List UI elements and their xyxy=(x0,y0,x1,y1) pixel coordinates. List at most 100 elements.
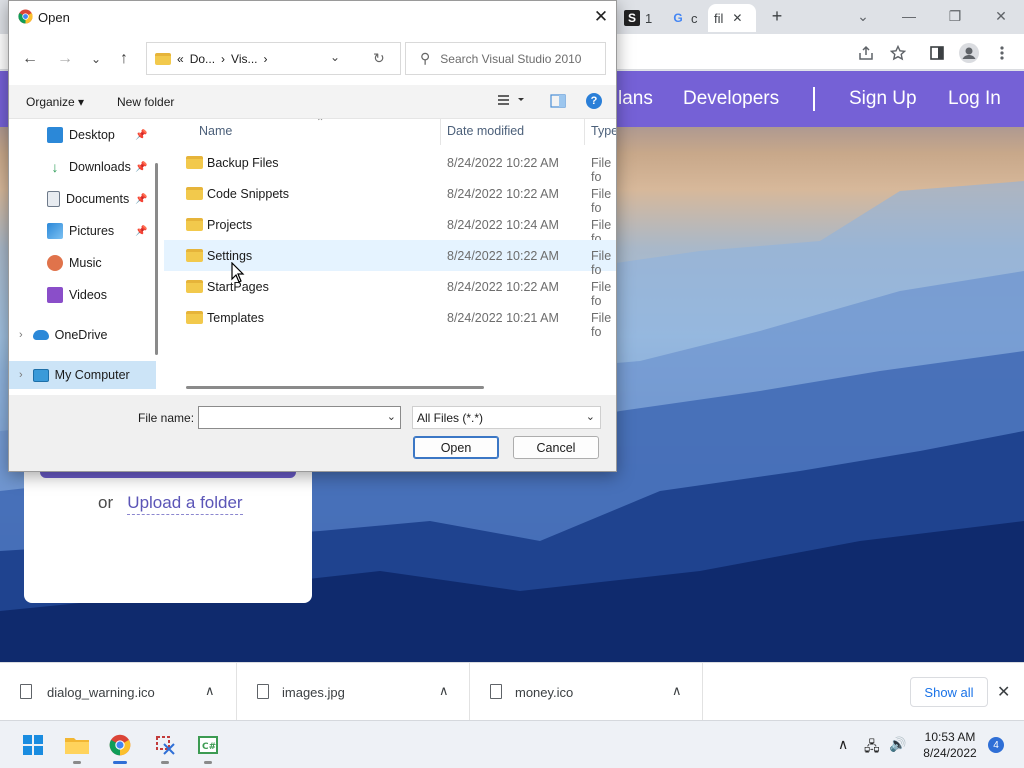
preview-pane-icon[interactable] xyxy=(550,94,566,111)
file-name: Settings xyxy=(207,249,253,263)
file-row[interactable]: Code Snippets 8/24/2022 10:22 AM File fo xyxy=(164,178,616,215)
tab-active[interactable]: fil ✕ xyxy=(708,4,756,32)
open-button[interactable]: Open xyxy=(413,436,499,459)
onedrive-icon xyxy=(32,330,49,340)
restore-button[interactable]: ❐ xyxy=(940,4,970,28)
chevron-up-icon[interactable]: ∧ xyxy=(672,683,682,699)
tab-1[interactable]: S 1 xyxy=(618,4,658,32)
folder-icon xyxy=(186,311,203,324)
column-header-name[interactable]: Name xyxy=(199,124,232,138)
file-name: Backup Files xyxy=(207,156,279,170)
breadcrumb-separator[interactable]: › xyxy=(221,52,225,66)
nav-item-documents[interactable]: Documents 📌 xyxy=(9,185,156,213)
nav-plans-link[interactable]: lans xyxy=(618,88,653,110)
download-item[interactable]: money.ico ∧ xyxy=(470,663,703,721)
tab-close-icon[interactable]: ✕ xyxy=(732,11,742,25)
csharp-app-button[interactable]: C# xyxy=(195,733,221,757)
minimize-button[interactable]: — xyxy=(894,4,924,28)
new-tab-button[interactable]: + xyxy=(762,4,792,28)
expand-chevron-icon[interactable]: › xyxy=(19,329,23,341)
nav-pane-scrollbar[interactable] xyxy=(155,163,158,355)
nav-item-onedrive[interactable]: › OneDrive xyxy=(9,321,156,349)
file-explorer-button[interactable] xyxy=(64,733,90,757)
folder-icon xyxy=(186,218,203,231)
chevron-up-icon[interactable]: ∧ xyxy=(205,683,215,699)
nav-item-music[interactable]: Music xyxy=(9,249,156,277)
window-close-button[interactable]: ✕ xyxy=(986,4,1016,28)
breadcrumb-documents[interactable]: Do... xyxy=(190,52,215,66)
cancel-button[interactable]: Cancel xyxy=(513,436,599,459)
nav-item-desktop[interactable]: Desktop 📌 xyxy=(9,121,156,149)
downloads-bar: dialog_warning.ico ∧ images.jpg ∧ money.… xyxy=(0,662,1024,721)
notification-badge[interactable]: 4 xyxy=(988,737,1004,753)
file-name-input[interactable]: ⌄ xyxy=(198,406,401,429)
column-divider[interactable] xyxy=(584,119,585,145)
dialog-navigation-bar: ← → ⌄ ↑ « Do... › Vis... › ⌄ ↻ ⚲ Search … xyxy=(9,33,616,85)
breadcrumb-separator[interactable]: › xyxy=(264,52,268,66)
snipping-tool-button[interactable] xyxy=(152,733,178,757)
forward-button[interactable]: → xyxy=(55,49,75,69)
expand-chevron-icon[interactable]: › xyxy=(19,369,23,381)
nav-item-label: Music xyxy=(69,256,102,270)
nav-item-my-computer[interactable]: › My Computer xyxy=(9,361,156,389)
file-list-scrollbar[interactable] xyxy=(186,386,484,389)
show-all-button[interactable]: Show all xyxy=(910,677,988,707)
pin-icon: 📌 xyxy=(135,225,148,237)
chrome-taskbar-button[interactable] xyxy=(107,733,133,757)
new-folder-button[interactable]: New folder xyxy=(117,95,174,109)
upload-folder-link[interactable]: Upload a folder xyxy=(127,493,243,515)
column-header-date[interactable]: Date modified xyxy=(447,124,524,138)
taskbar-clock[interactable]: 10:53 AM 8/24/2022 xyxy=(920,729,980,761)
volume-icon[interactable]: 🔊 xyxy=(889,736,906,753)
profile-icon[interactable] xyxy=(958,42,980,64)
videos-icon xyxy=(47,287,63,303)
clock-date: 8/24/2022 xyxy=(923,746,977,760)
address-bar[interactable]: « Do... › Vis... › ⌄ ↻ xyxy=(146,42,401,75)
clock-time: 10:53 AM xyxy=(924,730,976,744)
download-item[interactable]: images.jpg ∧ xyxy=(237,663,470,721)
file-name-label: File name: xyxy=(138,411,195,425)
dialog-command-bar: Organize ▾ New folder ? xyxy=(9,85,616,119)
search-box[interactable]: ⚲ Search Visual Studio 2010 xyxy=(405,42,606,75)
download-item[interactable]: dialog_warning.ico ∧ xyxy=(0,663,237,721)
organize-menu[interactable]: Organize ▾ xyxy=(26,95,84,109)
breadcrumb-overflow[interactable]: « xyxy=(177,52,184,66)
file-row[interactable]: Backup Files 8/24/2022 10:22 AM File fo xyxy=(164,147,616,184)
column-divider[interactable] xyxy=(440,119,441,145)
nav-item-videos[interactable]: Videos xyxy=(9,281,156,309)
refresh-icon[interactable]: ↻ xyxy=(373,50,385,67)
file-name: Code Snippets xyxy=(207,187,290,201)
up-folder-button[interactable]: ↑ xyxy=(114,49,134,69)
sidepanel-icon[interactable] xyxy=(926,42,948,64)
nav-item-downloads[interactable]: ↓ Downloads 📌 xyxy=(9,153,156,181)
pin-icon: 📌 xyxy=(135,193,148,205)
nav-developers-link[interactable]: Developers xyxy=(683,88,779,110)
back-button[interactable]: ← xyxy=(20,49,40,69)
nav-signup-link[interactable]: Sign Up xyxy=(849,88,917,110)
file-row[interactable]: Templates 8/24/2022 10:21 AM File fo xyxy=(164,302,616,339)
chevron-up-icon[interactable]: ∧ xyxy=(439,683,449,699)
nav-login-link[interactable]: Log In xyxy=(948,88,1001,110)
network-icon[interactable]: 🖧 xyxy=(864,736,880,760)
tab-google[interactable]: G c xyxy=(664,4,704,32)
column-header-type[interactable]: Type xyxy=(591,124,616,138)
share-icon[interactable] xyxy=(855,42,877,64)
tab-search-button[interactable]: ⌄ xyxy=(848,4,878,28)
show-hidden-icons-button[interactable]: ∧ xyxy=(838,736,848,753)
close-downloads-icon[interactable]: ✕ xyxy=(997,682,1010,702)
dialog-close-button[interactable]: ✕ xyxy=(589,5,613,29)
star-icon[interactable] xyxy=(887,42,909,64)
file-type-select[interactable]: All Files (*.*) ⌄ xyxy=(412,406,601,429)
recent-locations-button[interactable]: ⌄ xyxy=(86,49,106,69)
start-button[interactable] xyxy=(20,733,46,757)
breadcrumb-visual-studio[interactable]: Vis... xyxy=(231,52,257,66)
file-row[interactable]: Projects 8/24/2022 10:24 AM File fo xyxy=(164,209,616,246)
nav-item-pictures[interactable]: Pictures 📌 xyxy=(9,217,156,245)
chevron-down-icon[interactable]: ⌄ xyxy=(586,410,595,423)
csharp-icon: C# xyxy=(198,736,218,754)
view-options-icon[interactable] xyxy=(497,93,527,110)
help-icon[interactable]: ? xyxy=(586,93,602,109)
menu-icon[interactable] xyxy=(991,42,1013,64)
chevron-down-icon[interactable]: ⌄ xyxy=(387,410,396,423)
address-dropdown-icon[interactable]: ⌄ xyxy=(330,50,340,64)
